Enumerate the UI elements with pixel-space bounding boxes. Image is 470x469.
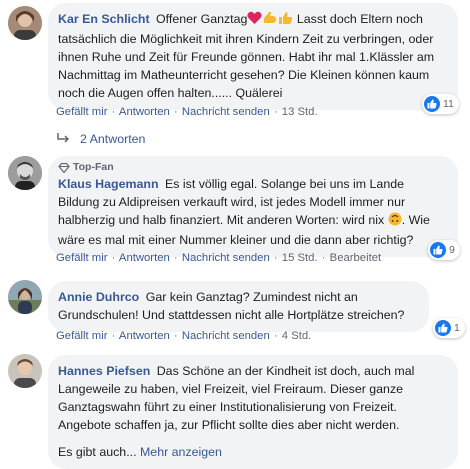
like-icon xyxy=(435,320,451,336)
timestamp[interactable]: 13 Std. xyxy=(282,106,318,118)
top-fan-badge: Top-Fan xyxy=(58,161,446,174)
comment-text-truncated: Es gibt auch... xyxy=(58,445,137,459)
avatar[interactable] xyxy=(8,156,42,190)
edited-label[interactable]: Bearbeitet xyxy=(330,252,382,264)
diamond-icon xyxy=(58,162,70,173)
muscle-emoji xyxy=(262,11,278,30)
send-message-link[interactable]: Nachricht senden xyxy=(182,252,270,264)
like-link[interactable]: Gefällt mir xyxy=(56,252,107,264)
heart-emoji xyxy=(247,11,263,30)
comment-bubble: Kar En Schlicht Offener Ganztag Lasst do… xyxy=(48,3,458,110)
reaction-badge[interactable]: 9 xyxy=(428,240,460,260)
reaction-count: 11 xyxy=(443,98,454,110)
avatar[interactable] xyxy=(8,354,42,388)
reaction-count: 1 xyxy=(454,322,460,334)
reply-link[interactable]: Antworten xyxy=(119,252,170,264)
comment-actions: Gefällt mir · Antworten · Nachricht send… xyxy=(56,106,318,118)
like-icon xyxy=(430,242,446,258)
reaction-count: 9 xyxy=(449,244,455,256)
reply-arrow-icon xyxy=(56,131,70,147)
send-message-link[interactable]: Nachricht senden xyxy=(182,106,270,118)
author-name[interactable]: Kar En Schlicht xyxy=(58,12,150,26)
show-more-link[interactable]: Mehr anzeigen xyxy=(140,445,222,459)
comment-bubble: Annie Duhrco Gar kein Ganztag? Zumindest… xyxy=(48,281,429,332)
comment-actions: Gefällt mir · Antworten · Nachricht send… xyxy=(56,330,312,342)
like-icon xyxy=(424,96,440,112)
reaction-badge[interactable]: 1 xyxy=(433,318,465,338)
upside-down-face-emoji xyxy=(388,212,402,231)
thumbs-up-emoji xyxy=(278,11,293,30)
view-replies-link[interactable]: 2 Antworten xyxy=(56,131,145,147)
timestamp[interactable]: 4 Std. xyxy=(282,330,312,342)
reply-link[interactable]: Antworten xyxy=(119,106,170,118)
avatar[interactable] xyxy=(8,280,42,314)
comment-actions: Gefällt mir · Antworten · Nachricht send… xyxy=(56,252,382,264)
send-message-link[interactable]: Nachricht senden xyxy=(182,330,270,342)
like-link[interactable]: Gefällt mir xyxy=(56,106,107,118)
comment-text: Offener Ganztag xyxy=(156,12,248,26)
comment-bubble: Top-Fan Klaus Hagemann Es ist völlig ega… xyxy=(48,156,458,257)
timestamp[interactable]: 15 Std. xyxy=(282,252,318,264)
top-fan-label: Top-Fan xyxy=(73,161,114,173)
author-name[interactable]: Annie Duhrco xyxy=(58,290,139,304)
comment-bubble: Hannes Piefsen Das Schöne an der Kindhei… xyxy=(48,355,458,469)
reply-link[interactable]: Antworten xyxy=(119,330,170,342)
like-link[interactable]: Gefällt mir xyxy=(56,330,107,342)
author-name[interactable]: Klaus Hagemann xyxy=(58,177,159,191)
avatar[interactable] xyxy=(8,6,42,40)
author-name[interactable]: Hannes Piefsen xyxy=(58,364,150,378)
replies-label: 2 Antworten xyxy=(80,132,146,146)
reaction-badge[interactable]: 11 xyxy=(422,94,459,114)
